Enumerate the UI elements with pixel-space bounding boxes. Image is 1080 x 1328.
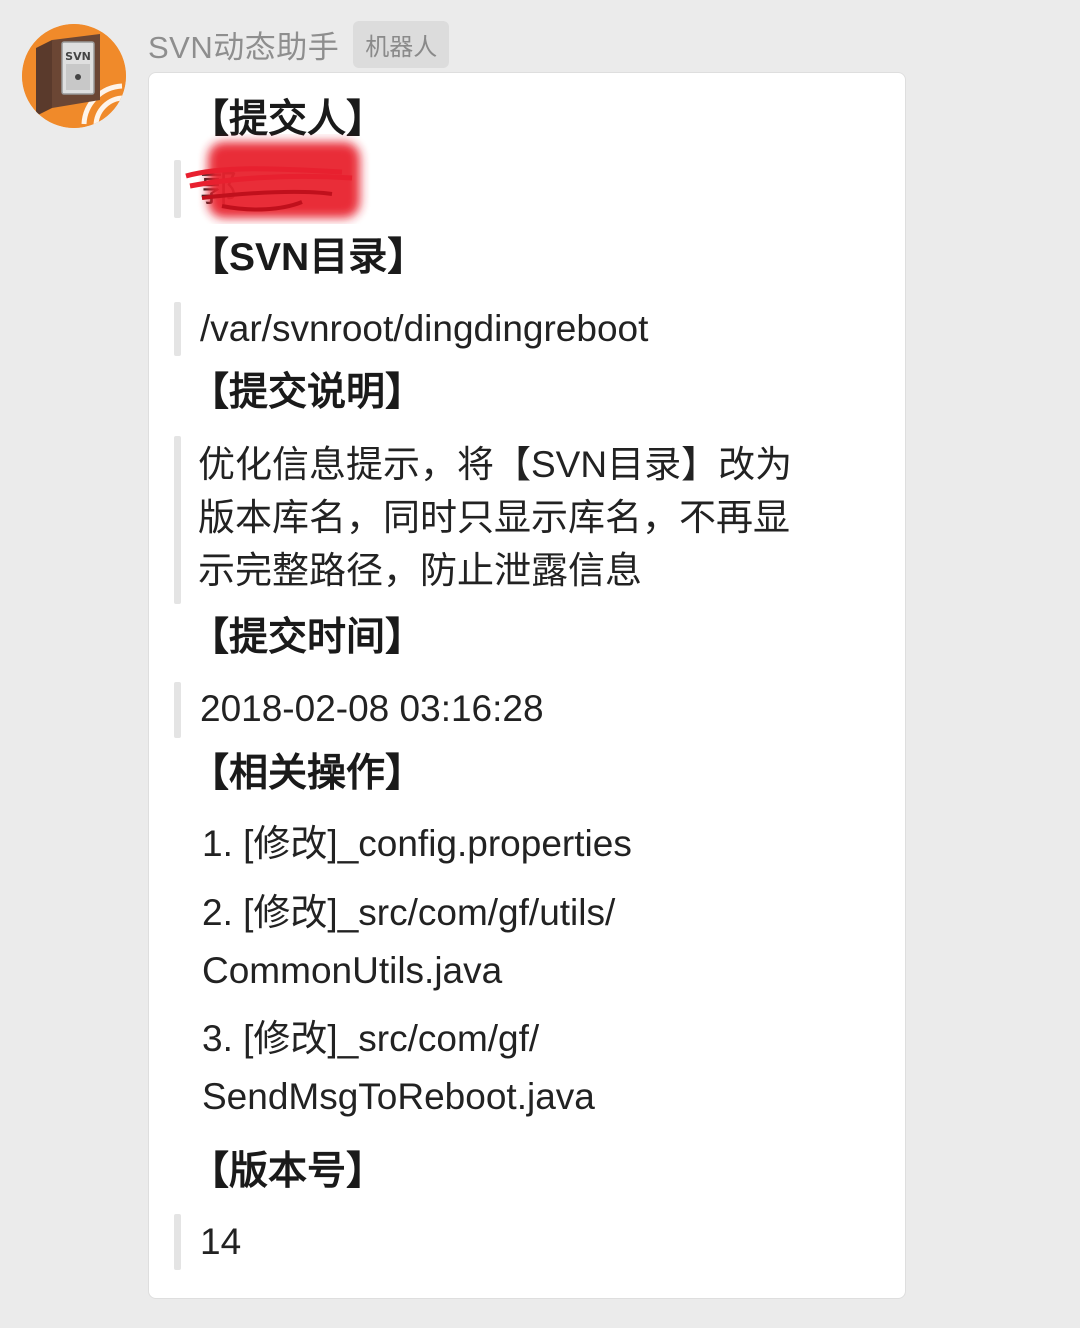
commit-desc-line: 版本库名，同时只显示库名，不再显 bbox=[198, 497, 790, 538]
operation-line: CommonUtils.java bbox=[202, 950, 503, 991]
quote-bar bbox=[174, 160, 181, 218]
commit-desc-text: 优化信息提示，将【SVN目录】改为 版本库名，同时只显示库名，不再显 示完整路径… bbox=[198, 438, 858, 597]
commit-time-value: 2018-02-08 03:16:28 bbox=[200, 688, 544, 729]
operation-line: 1. [修改]_config.properties bbox=[202, 823, 632, 864]
svn-dir-value: /var/svnroot/dingdingreboot bbox=[200, 308, 649, 349]
sender-avatar[interactable]: SVN bbox=[22, 24, 126, 128]
operation-item: 3. [修改]_src/com/gf/ SendMsgToReboot.java bbox=[202, 1010, 802, 1126]
operation-line: 2. [修改]_src/com/gf/utils/ bbox=[202, 892, 616, 933]
robot-badge: 机器人 bbox=[353, 20, 450, 68]
svg-text:SVN: SVN bbox=[65, 50, 91, 63]
quote-bar bbox=[174, 436, 181, 604]
svn-dir-heading: 【SVN目录】 bbox=[190, 236, 427, 279]
commit-desc-line: 优化信息提示，将【SVN目录】改为 bbox=[198, 444, 793, 485]
sender-name[interactable]: SVN动态助手 bbox=[148, 22, 339, 67]
quote-bar bbox=[174, 682, 181, 738]
redaction-scribble bbox=[185, 142, 360, 218]
operation-item: 2. [修改]_src/com/gf/utils/ CommonUtils.ja… bbox=[202, 884, 802, 1000]
quote-bar bbox=[174, 1214, 181, 1270]
sender-header: SVN动态助手 机器人 bbox=[148, 20, 450, 68]
operation-item: 1. [修改]_config.properties bbox=[202, 815, 802, 873]
operations-heading: 【相关操作】 bbox=[190, 752, 425, 795]
operation-line: 3. [修改]_src/com/gf/ bbox=[202, 1018, 540, 1059]
quote-bar bbox=[174, 302, 181, 356]
commit-desc-heading: 【提交说明】 bbox=[190, 371, 425, 414]
version-value: 14 bbox=[200, 1221, 242, 1262]
operation-line: SendMsgToReboot.java bbox=[202, 1076, 595, 1117]
svn-box-icon: SVN bbox=[22, 24, 126, 128]
version-heading: 【版本号】 bbox=[190, 1150, 386, 1193]
commit-time-heading: 【提交时间】 bbox=[190, 616, 425, 659]
commit-desc-line: 示完整路径，防止泄露信息 bbox=[198, 550, 642, 591]
